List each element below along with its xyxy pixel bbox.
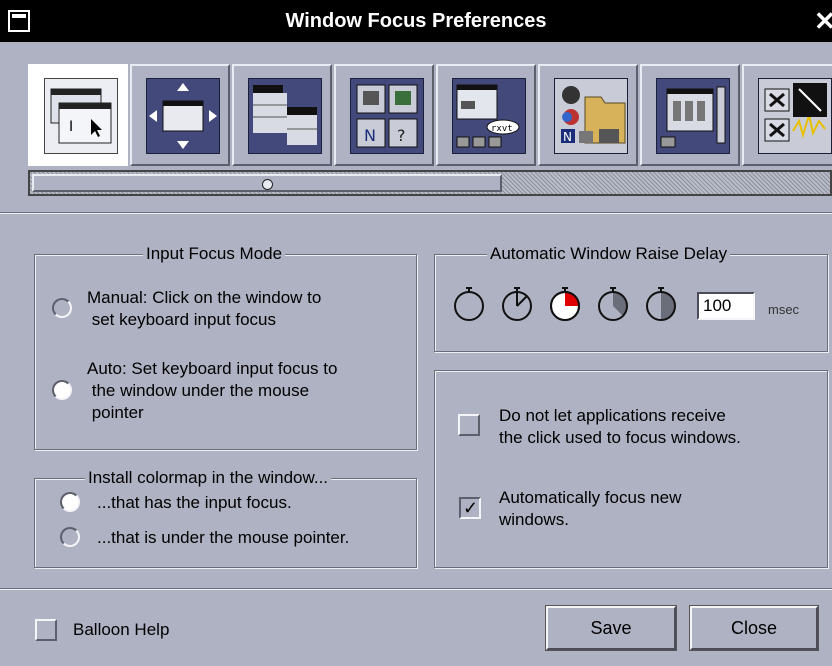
window-stack-icon <box>248 78 322 154</box>
svg-text:N: N <box>364 126 376 145</box>
tool-folder-apps[interactable]: N <box>538 64 638 166</box>
checkmark-icon: ✓ <box>463 498 479 518</box>
tool-terminal-window[interactable]: rxvt <box>436 64 536 166</box>
auto-focus-label-line3: pointer <box>87 403 144 422</box>
timer-0-icon[interactable] <box>452 286 486 322</box>
auto-focus-label-line1: Auto: Set keyboard input focus to <box>87 359 338 378</box>
auto-focus-new-windows-checkbox[interactable]: ✓ <box>459 497 481 519</box>
no-click-through-label-line2: the click used to focus windows. <box>499 428 741 447</box>
tool-focus-window[interactable]: I <box>28 64 128 166</box>
raise-delay-legend: Automatic Window Raise Delay <box>487 243 731 265</box>
colormap-option1-label: ...that has the input focus. <box>97 493 292 512</box>
svg-text:?: ? <box>397 126 406 145</box>
title-bar: Window Focus Preferences ✕ <box>0 0 832 42</box>
tool-move-window[interactable] <box>130 64 230 166</box>
folder-apps-icon: N <box>554 78 628 154</box>
no-click-through-checkbox[interactable] <box>458 414 480 436</box>
tool-window-stack[interactable] <box>232 64 332 166</box>
separator-top <box>0 212 832 214</box>
save-button[interactable]: Save <box>545 605 677 651</box>
workspace-windows-icon <box>656 78 730 154</box>
radio-manual-focus[interactable] <box>52 298 72 318</box>
timer-1-icon[interactable] <box>500 286 534 322</box>
close-window-icon <box>758 78 832 154</box>
balloon-help-checkbox[interactable] <box>35 619 57 641</box>
auto-focus-new-windows-label-line2: windows. <box>499 510 569 529</box>
auto-focus-label-line2: the window under the mouse <box>87 381 310 400</box>
svg-text:I: I <box>69 119 73 135</box>
window-title: Window Focus Preferences <box>285 10 547 32</box>
timer-2-icon[interactable] <box>548 286 582 322</box>
balloon-help-label: Balloon Help <box>73 620 170 639</box>
icon-strip-scrollbar[interactable] <box>28 170 832 196</box>
preferences-icon-strip: I N ? rxvt N <box>28 64 832 168</box>
focus-options-group <box>434 370 828 568</box>
move-window-icon <box>146 78 220 154</box>
terminal-window-icon: rxvt <box>452 78 526 154</box>
no-click-through-label-line1: Do not let applications receive <box>499 406 726 425</box>
radio-colormap-pointer[interactable] <box>60 527 80 547</box>
auto-focus-new-windows-label-line1: Automatically focus new <box>499 488 682 507</box>
tool-workspace-windows[interactable] <box>640 64 740 166</box>
manual-focus-label-line2: set keyboard input focus <box>87 310 277 329</box>
manual-focus-label-line1: Manual: Click on the window to <box>87 288 322 307</box>
timer-3-icon[interactable] <box>596 286 630 322</box>
input-focus-mode-legend: Input Focus Mode <box>143 243 286 265</box>
raise-delay-input[interactable]: 100 <box>697 292 755 320</box>
tool-icon-box[interactable]: N ? <box>334 64 434 166</box>
colormap-legend: Install colormap in the window... <box>85 467 332 489</box>
svg-text:N: N <box>563 130 572 144</box>
close-button[interactable]: Close <box>689 605 819 651</box>
icon-box-icon: N ? <box>350 78 424 154</box>
scrollbar-grip-icon <box>262 179 273 190</box>
close-window-button[interactable]: ✕ <box>814 5 832 37</box>
focus-window-icon: I <box>44 78 118 154</box>
radio-colormap-focus[interactable] <box>60 492 80 512</box>
tool-close-window[interactable] <box>742 64 832 166</box>
svg-text:rxvt: rxvt <box>491 124 513 134</box>
scrollbar-thumb[interactable] <box>32 174 502 192</box>
separator-bottom <box>0 588 832 590</box>
colormap-option2-label: ...that is under the mouse pointer. <box>97 528 350 547</box>
raise-delay-unit: msec <box>768 302 800 317</box>
timer-4-icon[interactable] <box>644 286 678 322</box>
radio-auto-focus[interactable] <box>52 380 72 400</box>
